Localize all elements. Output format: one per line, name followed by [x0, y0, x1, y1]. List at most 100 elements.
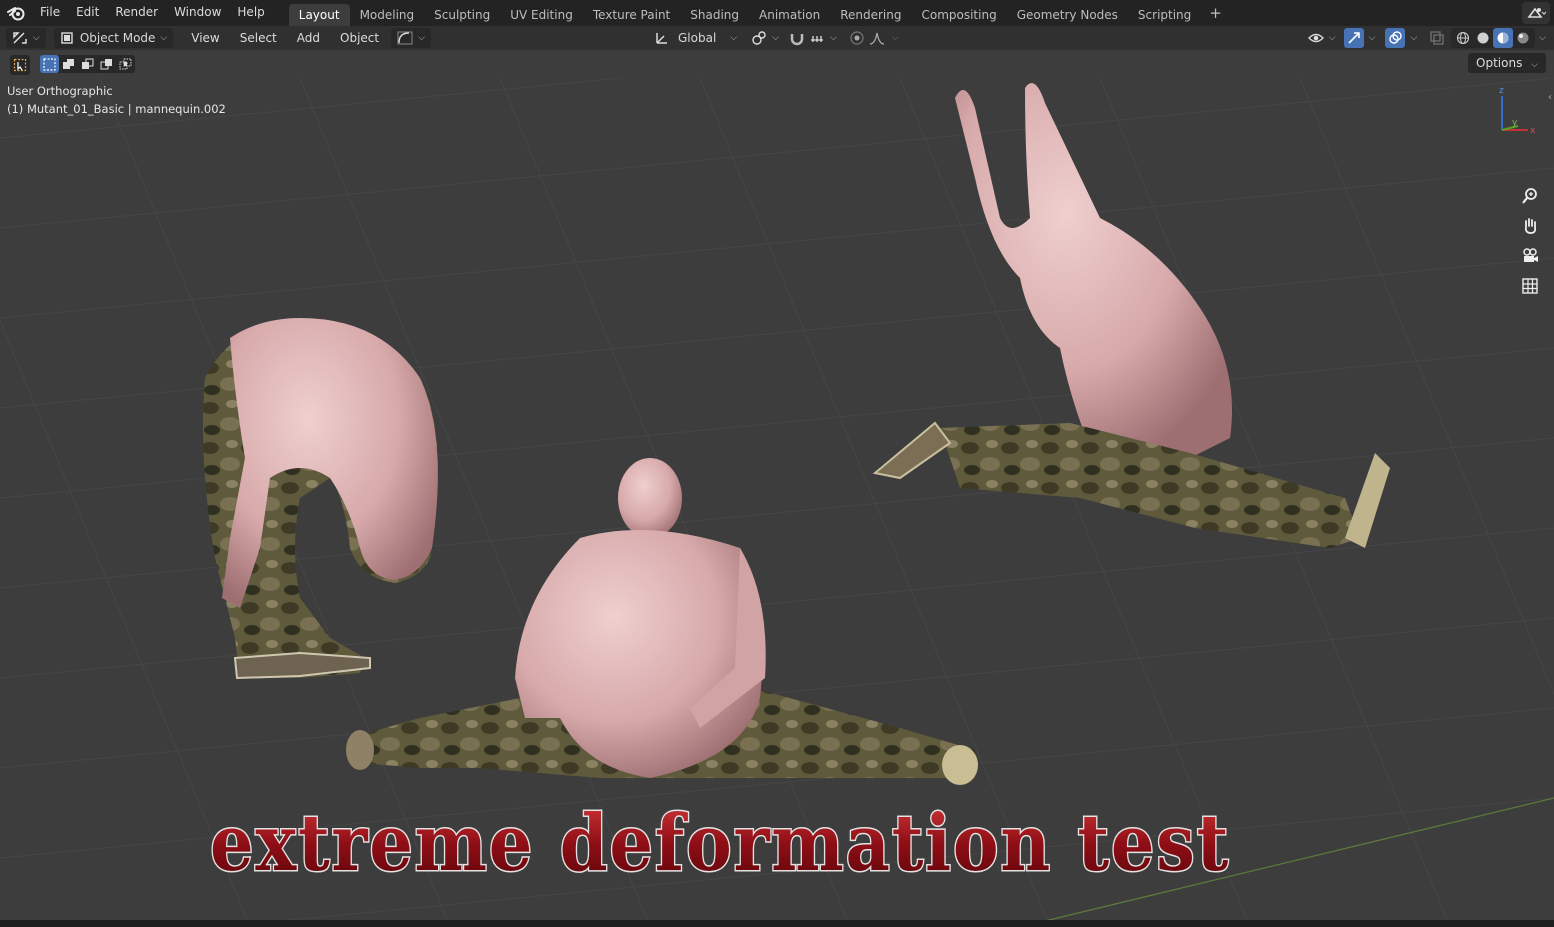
- chevron-down-icon: ⌵: [730, 33, 738, 43]
- select-subtract-icon: [82, 58, 94, 69]
- gizmo-icon: [1343, 28, 1364, 48]
- z-axis-label: z: [1499, 86, 1504, 96]
- chevron-down-icon: ⌵: [829, 33, 837, 43]
- select-difference-icon: [100, 58, 112, 69]
- main-menu: File Edit Render Window Help: [32, 0, 273, 26]
- viewport-header: ⌵ Object Mode ⌵ View Select Add Object ⌵ Gl…: [0, 26, 1554, 50]
- magnet-icon: [790, 34, 804, 46]
- mode-label: Object Mode: [79, 31, 156, 45]
- eye-icon: [1307, 33, 1324, 43]
- chevron-down-icon: ⌵: [1410, 33, 1418, 43]
- pan-button[interactable]: [1518, 214, 1542, 238]
- tab-rendering[interactable]: Rendering: [830, 4, 911, 26]
- material-sphere-icon: [1497, 32, 1509, 44]
- xray-icon: [1430, 31, 1444, 45]
- select-intersect-button[interactable]: [116, 55, 135, 73]
- select-intersect-icon: [119, 58, 132, 69]
- blender-logo-icon[interactable]: [0, 0, 32, 26]
- tab-compositing[interactable]: Compositing: [911, 4, 1006, 26]
- rendered-shading-button[interactable]: [1513, 28, 1533, 48]
- chevron-down-icon: ⌵: [891, 33, 899, 43]
- proportional-falloff-dropdown[interactable]: ⌵: [869, 28, 899, 48]
- wireframe-shading-button[interactable]: [1453, 28, 1473, 48]
- select-difference-button[interactable]: [97, 55, 116, 73]
- transform-orientation-dropdown[interactable]: Global ⌵: [654, 28, 737, 48]
- proportional-edit-icon: [850, 31, 864, 45]
- crouching-figure[interactable]: [202, 318, 438, 680]
- hand-icon: [1524, 218, 1537, 234]
- header-menus: View Select Add Object: [179, 28, 387, 48]
- object-mode-icon: [61, 32, 73, 44]
- tab-texture-paint[interactable]: Texture Paint: [583, 4, 680, 26]
- snap-target-dropdown[interactable]: ⌵: [809, 28, 837, 48]
- add-workspace-button[interactable]: +: [1201, 4, 1230, 22]
- options-label: Options: [1476, 56, 1523, 70]
- tab-geometry-nodes[interactable]: Geometry Nodes: [1007, 4, 1128, 26]
- y-axis-label: y: [1512, 118, 1518, 128]
- zoom-magnifier-icon: [1522, 188, 1537, 204]
- rendered-sphere-icon: [1517, 32, 1529, 44]
- gizmo-toggle[interactable]: ⌵: [1343, 28, 1376, 48]
- proportional-editing-toggle[interactable]: [849, 28, 865, 48]
- shading-options-chevron-icon[interactable]: ⌵: [1539, 33, 1546, 43]
- object-type-visibility-dropdown[interactable]: ⌵: [391, 28, 431, 48]
- scene-selector-button[interactable]: [1522, 2, 1550, 24]
- snap-increment-icon: [810, 36, 823, 42]
- select-subtract-button[interactable]: [78, 55, 97, 73]
- active-object-info: (1) Mutant_01_Basic | mannequin.002: [7, 102, 226, 116]
- select-new-button[interactable]: [40, 55, 59, 73]
- header-menu-object[interactable]: Object: [332, 28, 387, 48]
- visibility-dropdown[interactable]: ⌵: [1307, 28, 1336, 48]
- navigation-gizmo[interactable]: z y x: [1490, 84, 1540, 138]
- material-preview-shading-button[interactable]: [1493, 28, 1514, 48]
- chevron-down-icon: ⌵: [1328, 33, 1336, 43]
- perspective-toggle-button[interactable]: [1518, 274, 1542, 298]
- options-dropdown[interactable]: Options ⌵: [1468, 53, 1546, 73]
- camera-view-button[interactable]: [1518, 244, 1542, 268]
- pivot-icon: [752, 31, 766, 45]
- overlay-title: extreme deformation test: [205, 800, 1235, 884]
- scene-icon: [1527, 7, 1546, 18]
- wireframe-sphere-icon: [1457, 31, 1470, 45]
- camera-icon: [1523, 248, 1538, 262]
- tab-sculpting[interactable]: Sculpting: [424, 4, 500, 26]
- tab-shading[interactable]: Shading: [680, 4, 749, 26]
- overlays-toggle[interactable]: ⌵: [1385, 28, 1417, 48]
- tool-settings-bar: [0, 50, 1554, 78]
- shading-modes: [1451, 28, 1536, 48]
- top-bar: File Edit Render Window Help Layout Modeling S…: [0, 0, 1554, 26]
- zoom-button[interactable]: [1518, 184, 1542, 208]
- chevron-down-icon: ⌵: [1368, 33, 1376, 43]
- mode-dropdown[interactable]: Object Mode ⌵: [53, 28, 174, 48]
- snap-toggle[interactable]: [789, 28, 805, 48]
- select-extend-button[interactable]: [59, 55, 78, 73]
- menu-edit[interactable]: Edit: [68, 0, 107, 26]
- tab-animation[interactable]: Animation: [749, 4, 830, 26]
- tab-modeling[interactable]: Modeling: [350, 4, 425, 26]
- menu-help[interactable]: Help: [229, 0, 272, 26]
- tab-layout[interactable]: Layout: [288, 4, 350, 26]
- select-new-icon: [43, 57, 56, 71]
- leaping-figure[interactable]: [872, 83, 1390, 548]
- header-menu-select[interactable]: Select: [232, 28, 285, 48]
- chevron-down-icon: ⌵: [772, 33, 779, 43]
- falloff-curve-icon: [869, 32, 884, 45]
- xray-toggle[interactable]: [1429, 28, 1445, 48]
- editor-type-button[interactable]: ⌵: [6, 28, 46, 48]
- tab-uv-editing[interactable]: UV Editing: [500, 4, 583, 26]
- menu-render[interactable]: Render: [107, 0, 166, 26]
- active-tool-button[interactable]: [10, 55, 30, 75]
- chevron-down-icon: ⌵: [418, 33, 425, 43]
- header-menu-view[interactable]: View: [183, 28, 227, 48]
- solid-shading-button[interactable]: [1473, 28, 1493, 48]
- sidebar-toggle-icon[interactable]: ‹: [1548, 92, 1552, 103]
- menu-window[interactable]: Window: [166, 0, 229, 26]
- tab-scripting[interactable]: Scripting: [1128, 4, 1201, 26]
- pivot-point-dropdown[interactable]: ⌵: [751, 28, 779, 48]
- header-menu-add[interactable]: Add: [289, 28, 328, 48]
- workspace-tabs: Layout Modeling Sculpting UV Editing Texture…: [288, 0, 1202, 26]
- status-bar: [0, 920, 1554, 927]
- sitting-splits-figure[interactable]: [346, 458, 978, 785]
- menu-file[interactable]: File: [32, 0, 68, 26]
- x-axis-label: x: [1530, 126, 1536, 136]
